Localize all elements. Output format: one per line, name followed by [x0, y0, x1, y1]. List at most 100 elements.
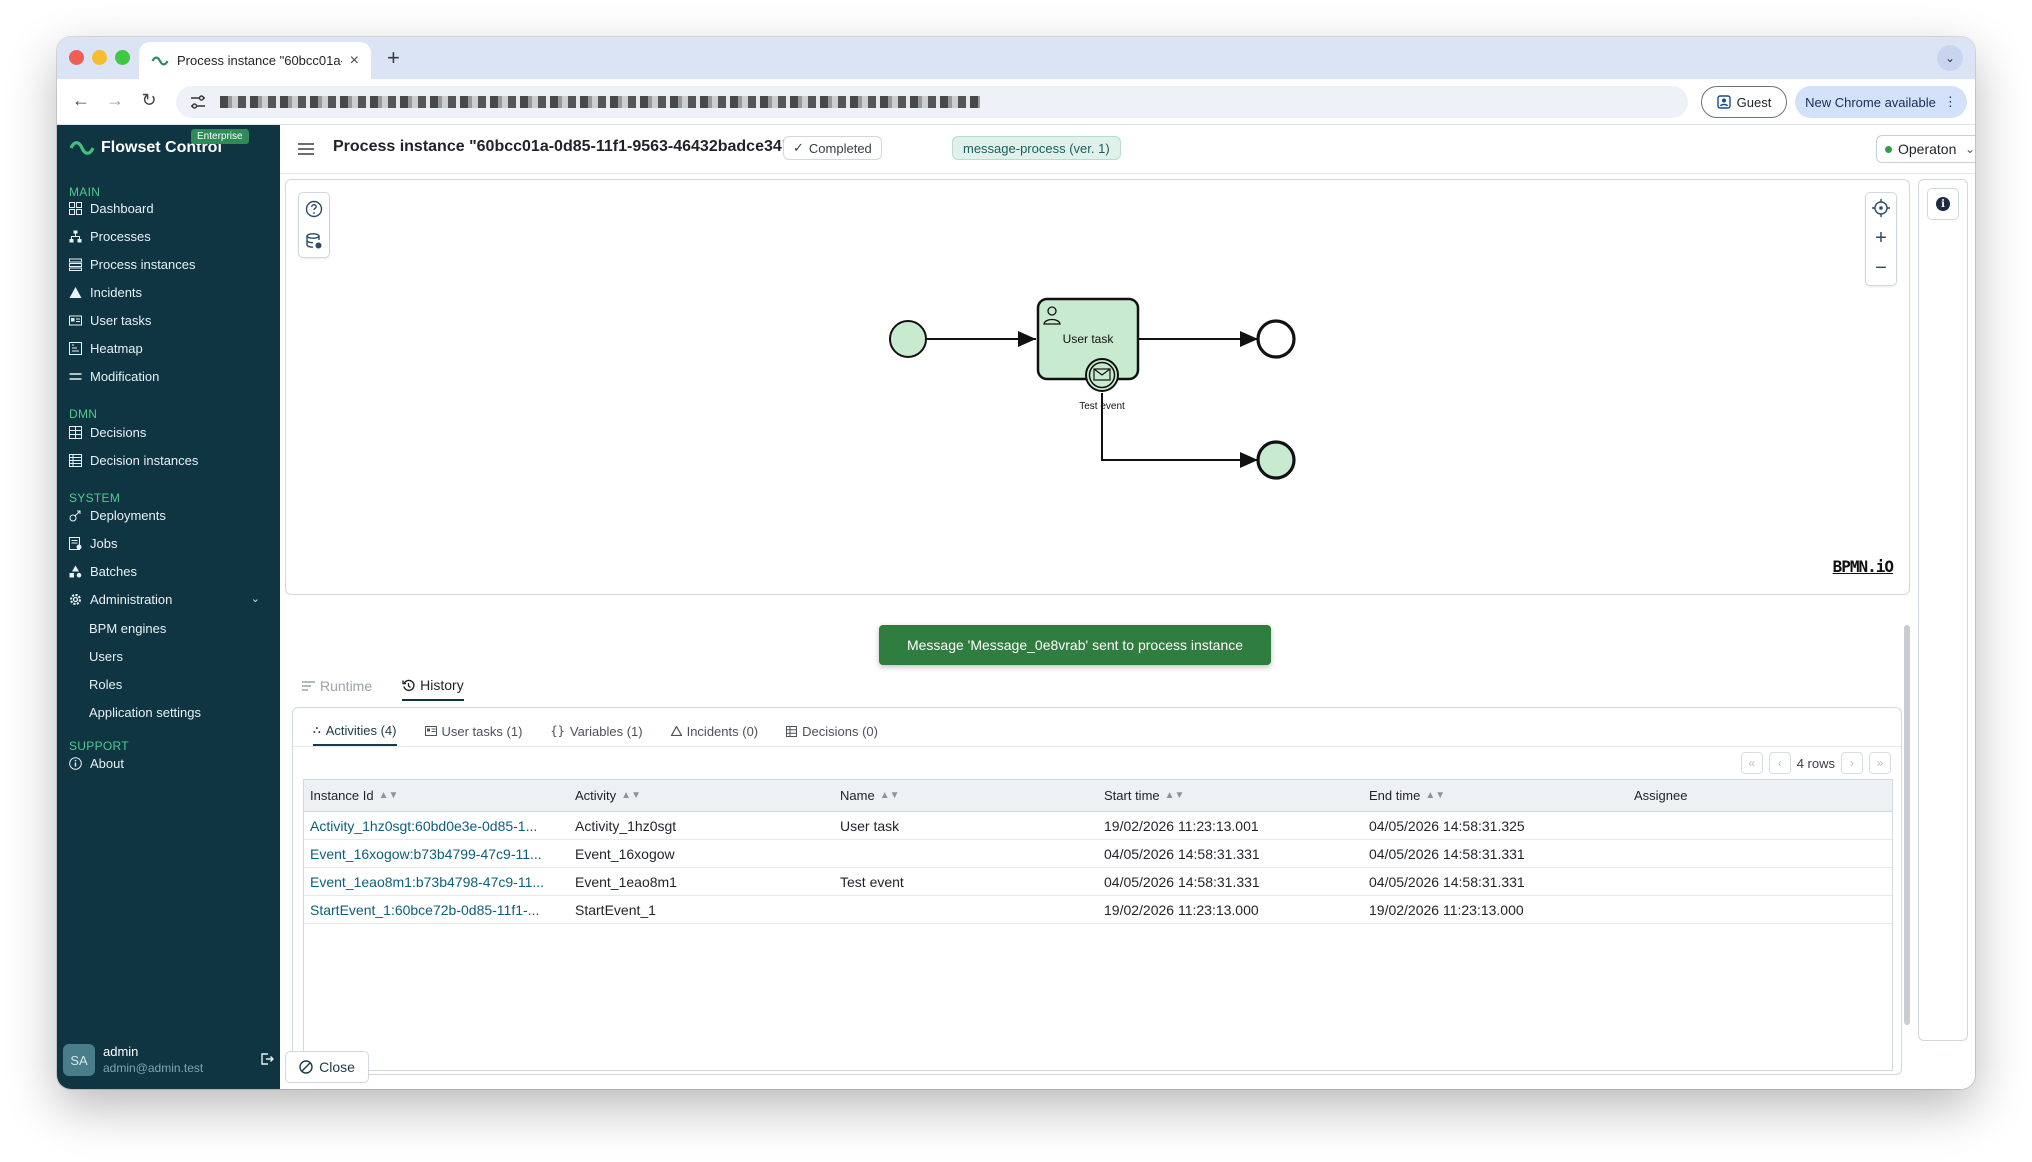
name-cell	[834, 896, 1098, 923]
sidebar-item-users[interactable]: Users	[89, 649, 123, 664]
subtab-incidents[interactable]: Incidents (0)	[670, 716, 758, 746]
column-label: Start time	[1104, 788, 1160, 803]
sidebar-item-incidents[interactable]: Incidents	[69, 280, 274, 304]
toast-notification[interactable]: Message 'Message_0e8vrab' sent to proces…	[879, 625, 1271, 665]
name-cell	[834, 840, 1098, 867]
start-event[interactable]	[889, 320, 927, 358]
menu-icon[interactable]	[298, 143, 314, 155]
next-page-button[interactable]: ›	[1841, 752, 1863, 774]
column-header-activity[interactable]: Activity ▲▼	[569, 780, 834, 811]
column-header-name[interactable]: Name ▲▼	[834, 780, 1098, 811]
reload-icon[interactable]: ↻	[137, 90, 161, 111]
column-header-start-time[interactable]: Start time ▲▼	[1098, 780, 1363, 811]
tab-history[interactable]: History	[402, 671, 464, 701]
sidebar-item-heatmap[interactable]: Heatmap	[69, 336, 274, 360]
pagination: « ‹ 4 rows › »	[1740, 752, 1891, 774]
sidebar-item-user-tasks[interactable]: User tasks	[69, 308, 274, 332]
prev-page-button[interactable]: ‹	[1768, 752, 1791, 774]
first-page-button[interactable]: «	[1740, 752, 1763, 774]
plus-icon: +	[1875, 226, 1887, 249]
close-window-button[interactable]	[69, 50, 84, 65]
activities-table: Instance Id ▲▼ Activity ▲▼ Name ▲▼ Start ti…	[303, 779, 1893, 1071]
process-definition-badge[interactable]: message-process (ver. 1)	[952, 136, 1121, 160]
table-row[interactable]: Event_16xogow:b73b4799-47c9-11... Event_…	[304, 840, 1892, 868]
sidebar-item-about[interactable]: About	[69, 751, 274, 775]
table-row[interactable]: StartEvent_1:60bce72b-0d85-11f1-... Star…	[304, 896, 1892, 924]
bpmn-diagram-panel[interactable]: User task Test event + − BPMN.iO	[285, 179, 1910, 595]
browser-tab-active[interactable]: Process instance "60bcc01a- ×	[139, 42, 371, 79]
maximize-window-button[interactable]	[115, 50, 130, 65]
instance-id-link[interactable]: StartEvent_1:60bce72b-0d85-11f1-...	[310, 902, 539, 918]
sequence-flow-event-end[interactable]	[1101, 393, 1258, 468]
sidebar-item-administration[interactable]: Administration ⌄	[69, 587, 274, 611]
engine-select[interactable]: Operaton ⌄	[1876, 135, 1975, 163]
tab-history-label: History	[420, 677, 464, 693]
bpmn-diagram[interactable]: User task Test event	[286, 180, 1909, 594]
zoom-in-button[interactable]: +	[1866, 223, 1896, 253]
column-header-instance-id[interactable]: Instance Id ▲▼	[304, 780, 569, 811]
vertical-scrollbar[interactable]	[1904, 625, 1910, 1025]
sidebar-item-dashboard[interactable]: Dashboard	[69, 196, 274, 220]
guest-profile-button[interactable]: Guest	[1701, 86, 1787, 118]
sidebar-item-label: Process instances	[90, 256, 196, 272]
sidebar-item-decisions[interactable]: Decisions	[69, 420, 274, 444]
sidebar-item-roles[interactable]: Roles	[89, 677, 122, 692]
sidebar-item-batches[interactable]: Batches	[69, 559, 274, 583]
zoom-out-button[interactable]: −	[1866, 253, 1896, 283]
instance-id-link[interactable]: Event_16xogow:b73b4799-47c9-11...	[310, 846, 542, 862]
column-header-end-time[interactable]: End time ▲▼	[1363, 780, 1628, 811]
address-bar[interactable]	[176, 86, 1688, 118]
sidebar-item-label: Modification	[90, 368, 160, 384]
bpmn-io-watermark[interactable]: BPMN.iO	[1833, 557, 1894, 576]
tab-search-button[interactable]: ⌄	[1937, 45, 1963, 71]
close-button[interactable]: Close	[285, 1051, 369, 1083]
tab-title: Process instance "60bcc01a-	[177, 53, 342, 68]
end-event-main[interactable]	[1256, 319, 1296, 359]
subtab-user-tasks[interactable]: User tasks (1)	[424, 716, 522, 746]
subtab-variables[interactable]: {} Variables (1)	[550, 716, 642, 746]
new-tab-button[interactable]: +	[387, 45, 400, 71]
sidebar-item-label: Administration	[90, 591, 173, 607]
assignee-cell	[1628, 812, 1892, 839]
sidebar-item-application-settings[interactable]: Application settings	[89, 705, 201, 720]
user-profile[interactable]: SA admin admin@admin.test	[63, 1040, 274, 1080]
sidebar-item-process-instances[interactable]: Process instances	[69, 252, 274, 276]
end-event-message[interactable]	[1256, 440, 1296, 480]
subtab-decisions[interactable]: Decisions (0)	[786, 716, 878, 746]
status-badge: ✓ Completed	[783, 136, 882, 160]
column-label: End time	[1369, 788, 1421, 803]
sidebar-item-processes[interactable]: Processes	[69, 224, 274, 248]
instance-id-link[interactable]: Activity_1hz0sgt:60bd0e3e-0d85-1...	[310, 818, 537, 834]
help-button[interactable]	[299, 193, 329, 225]
instance-id-link[interactable]: Event_1eao8m1:b73b4798-47c9-11...	[310, 874, 544, 890]
column-label: Name	[840, 788, 875, 803]
sidebar-item-jobs[interactable]: Jobs	[69, 531, 274, 555]
chevron-down-icon: ⌄	[1964, 142, 1975, 156]
info-button[interactable]: i	[1927, 188, 1959, 220]
minimize-window-button[interactable]	[92, 50, 107, 65]
check-icon: ✓	[793, 140, 804, 155]
new-chrome-available-button[interactable]: New Chrome available ⋮	[1795, 86, 1967, 118]
profile-icon	[1716, 95, 1731, 109]
assignee-cell	[1628, 840, 1892, 867]
database-button[interactable]	[299, 225, 329, 257]
sidebar-item-modification[interactable]: Modification	[69, 364, 274, 388]
sidebar-item-decision-instances[interactable]: Decision instances	[69, 448, 274, 472]
tab-runtime[interactable]: Runtime	[302, 671, 372, 701]
logout-icon[interactable]	[260, 1052, 274, 1066]
last-page-button[interactable]: »	[1869, 752, 1891, 774]
sidebar-item-deployments[interactable]: Deployments	[69, 503, 274, 527]
reset-view-button[interactable]	[1866, 193, 1896, 223]
sidebar-item-bpm-engines[interactable]: BPM engines	[89, 621, 166, 636]
info-rail: i	[1918, 179, 1968, 1041]
flowset-logo-icon	[69, 141, 95, 155]
back-arrow-icon[interactable]: ←	[69, 90, 93, 111]
table-row[interactable]: Event_1eao8m1:b73b4798-47c9-11... Event_…	[304, 868, 1892, 896]
subtab-activities[interactable]: ⛬ Activities (4)	[313, 716, 397, 746]
table-row[interactable]: Activity_1hz0sgt:60bd0e3e-0d85-1... Acti…	[304, 812, 1892, 840]
tab-close-icon[interactable]: ×	[350, 52, 359, 70]
site-settings-icon	[191, 95, 205, 109]
tab-runtime-label: Runtime	[320, 678, 373, 694]
modification-icon	[69, 372, 82, 380]
forward-arrow-icon[interactable]: →	[103, 90, 127, 111]
